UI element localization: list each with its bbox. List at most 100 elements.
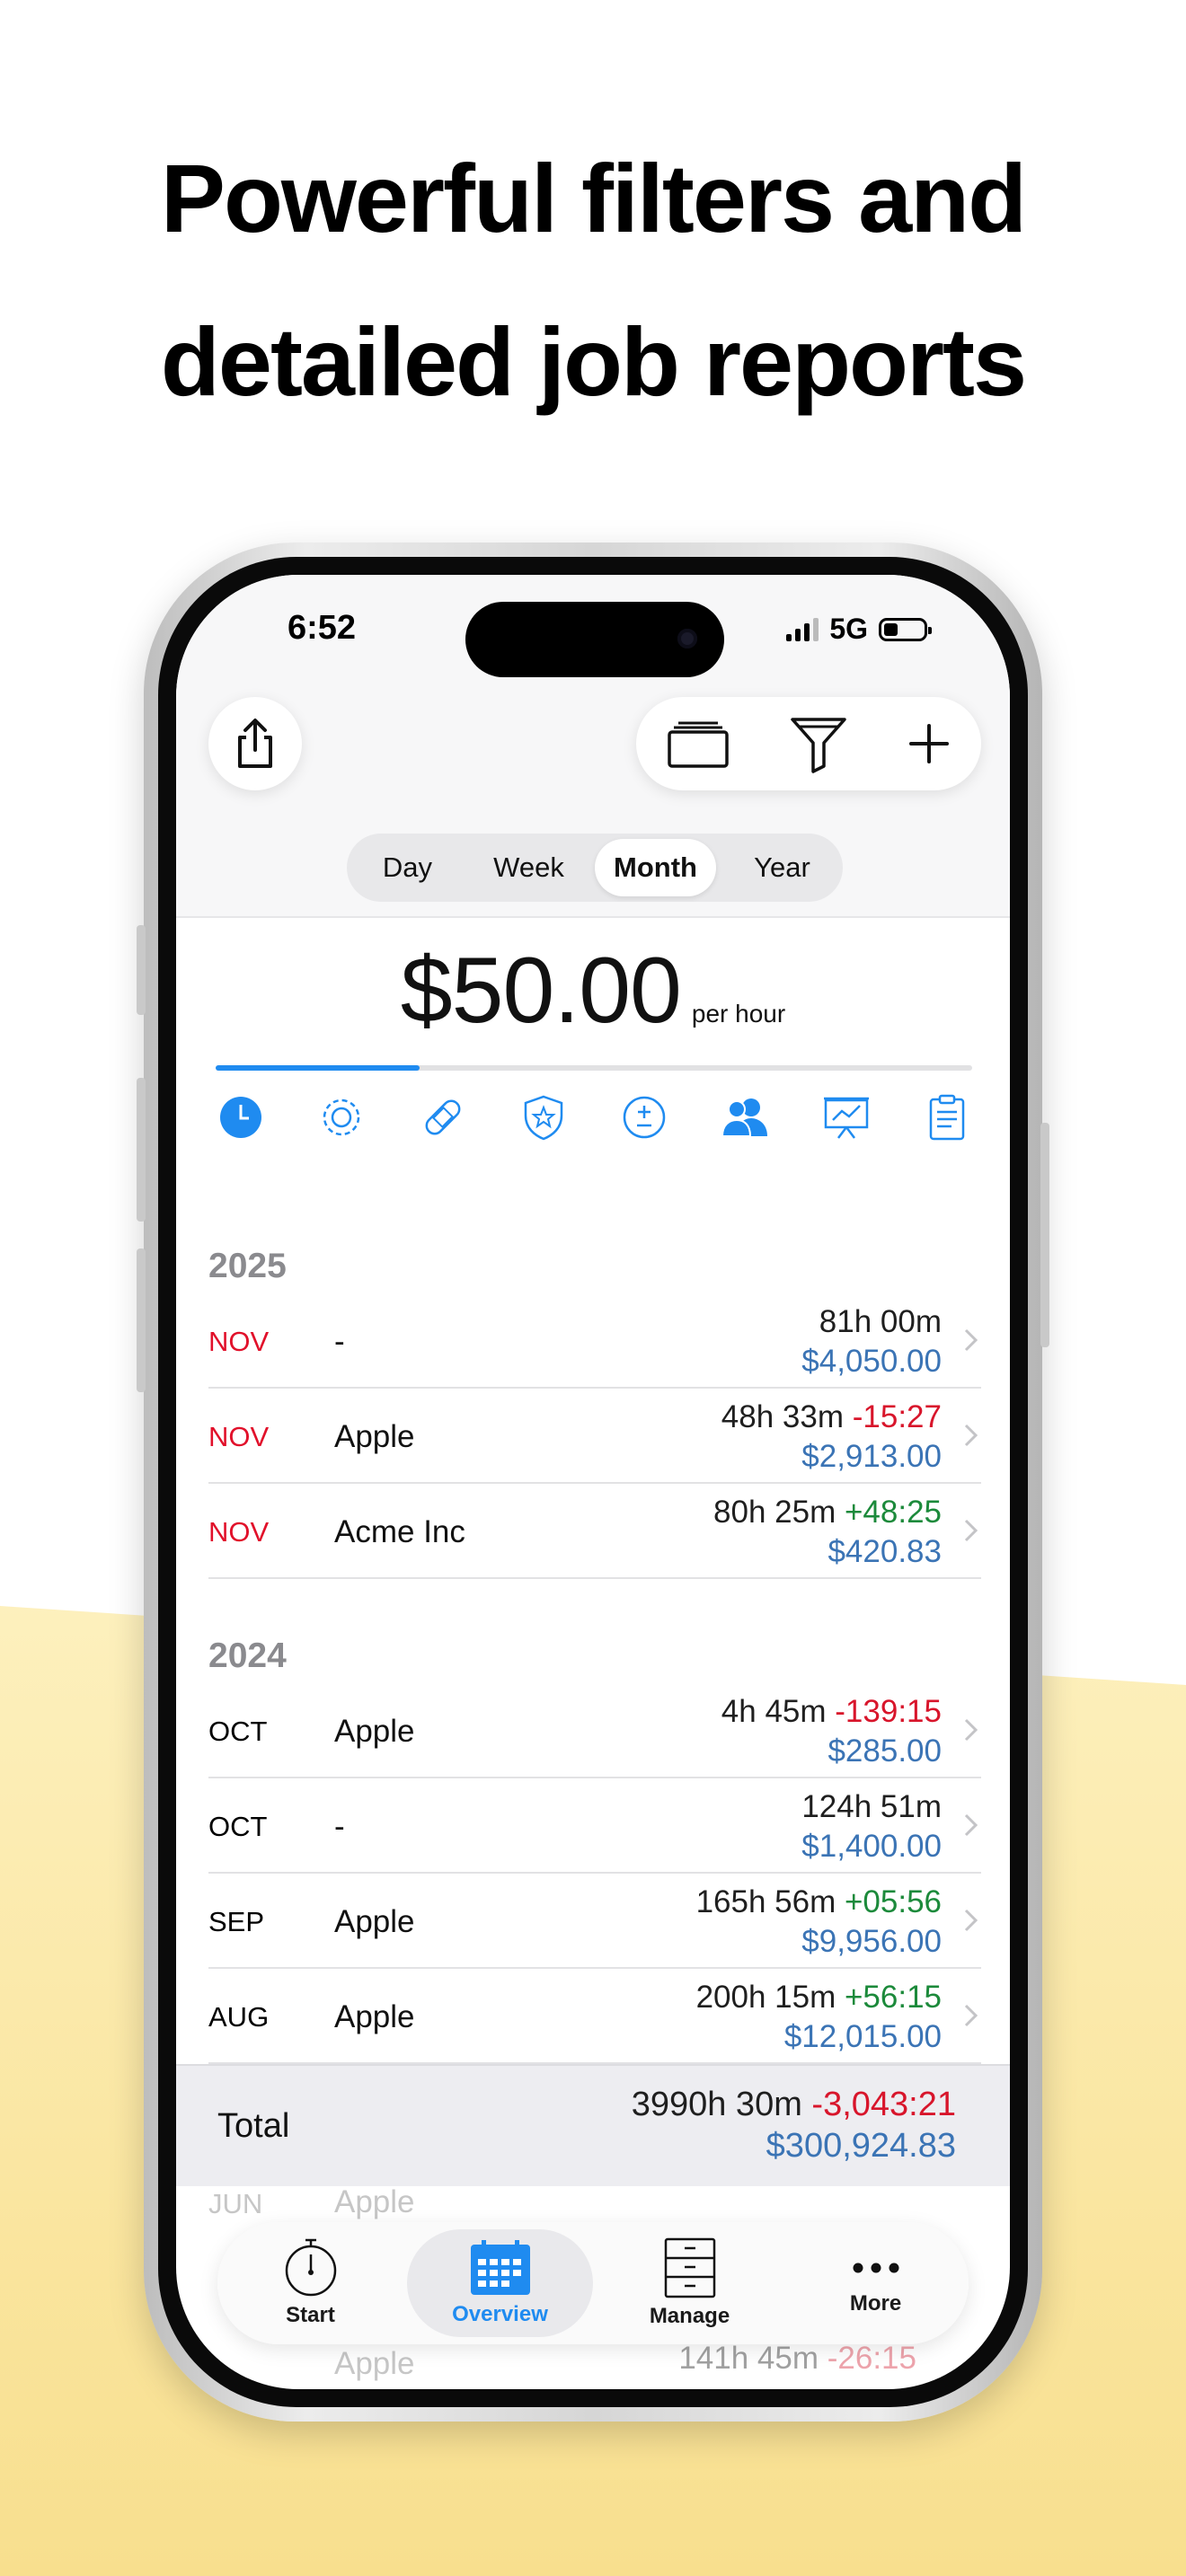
row-name: Apple: [334, 1999, 415, 2034]
tab-bar: Start Overview Manage More: [217, 2222, 969, 2344]
row-amount: $1,400.00: [801, 1829, 942, 1864]
header-divider: [176, 916, 1010, 918]
tab-month[interactable]: Month: [595, 839, 716, 896]
headline-line-2: detailed job reports: [160, 307, 1027, 416]
phone-screen: 6:52 5G Day Week Month Year $50.00 per h…: [176, 575, 1010, 2389]
network-label: 5G: [829, 613, 868, 645]
table-row[interactable]: OCT - 124h 51m $1,400.00: [208, 1778, 981, 1874]
bandage-icon[interactable]: [418, 1092, 468, 1142]
share-button[interactable]: [208, 697, 302, 790]
row-month: NOV: [208, 1421, 270, 1452]
tab-day[interactable]: Day: [347, 839, 468, 896]
row-delta: +48:25: [844, 1495, 942, 1530]
tab-label: Start: [286, 2303, 335, 2327]
folders-icon[interactable]: [667, 719, 730, 768]
total-amount: $300,924.83: [766, 2127, 956, 2165]
ellipsis-icon: [853, 2263, 898, 2273]
row-amount: $420.83: [828, 1534, 942, 1569]
plus-icon[interactable]: [907, 722, 951, 765]
report-list: 2025 NOV - 81h 00m $4,050.00 NOV Apple 48…: [176, 1239, 1010, 2064]
row-name: -: [334, 1809, 345, 1844]
tab-label: More: [849, 2291, 902, 2316]
row-name: Apple: [334, 2346, 415, 2381]
volume-up-button: [137, 1078, 146, 1222]
chart-presentation-icon[interactable]: [821, 1092, 872, 1142]
clipboard-icon[interactable]: [922, 1092, 972, 1142]
camera-icon: [677, 629, 697, 648]
tab-start[interactable]: Start: [217, 2229, 403, 2337]
rate-unit: per hour: [691, 1000, 786, 1028]
row-amount: $9,956.00: [801, 1924, 942, 1959]
tab-week[interactable]: Week: [468, 839, 589, 896]
chevron-right-icon: [964, 1718, 978, 1742]
tab-more[interactable]: More: [783, 2229, 969, 2337]
row-month: OCT: [208, 1716, 268, 1747]
total-label: Total: [217, 2107, 290, 2145]
table-row[interactable]: NOV Acme Inc 80h 25m +48:25 $420.83: [208, 1484, 981, 1579]
calendar-icon: [470, 2240, 530, 2295]
share-icon: [238, 719, 272, 768]
row-month: SEP: [208, 1906, 265, 1937]
headline-line-1: Powerful filters and: [160, 144, 1027, 252]
row-amount: $4,050.00: [801, 1344, 942, 1379]
table-row[interactable]: AUG Apple 200h 15m +56:15 $12,015.00: [208, 1969, 981, 2064]
row-hours: 4h 45m: [721, 1694, 827, 1729]
row-name: Acme Inc: [334, 1514, 465, 1549]
chevron-right-icon: [964, 1813, 978, 1837]
table-row[interactable]: NOV Apple 48h 33m -15:27 $2,913.00: [208, 1389, 981, 1484]
toolbar-actions: [636, 697, 981, 790]
row-hours: 141h 45m -26:15: [678, 2341, 916, 2376]
tab-manage[interactable]: Manage: [597, 2229, 783, 2337]
row-hours: 200h 15m: [695, 1980, 836, 2015]
row-amount: $285.00: [828, 1734, 942, 1769]
table-row[interactable]: OCT Apple 4h 45m -139:15 $285.00: [208, 1683, 981, 1778]
signal-icon: [786, 617, 819, 641]
row-month: AUG: [208, 2001, 270, 2033]
gear-icon[interactable]: [316, 1092, 367, 1142]
chevron-right-icon: [964, 1328, 978, 1352]
battery-icon: [879, 617, 932, 641]
chevron-right-icon: [964, 2004, 978, 2027]
row-month: OCT: [208, 1811, 268, 1842]
row-name: -: [334, 1324, 345, 1359]
shield-star-icon[interactable]: [518, 1092, 569, 1142]
row-amount: $12,015.00: [783, 2019, 942, 2054]
table-row[interactable]: SEP Apple 165h 56m +05:56 $9,956.00: [208, 1874, 981, 1969]
clock-icon[interactable]: [216, 1092, 266, 1142]
row-hours: 81h 00m: [819, 1304, 942, 1339]
row-hours: 165h 56m: [695, 1884, 836, 1919]
tab-overview[interactable]: Overview: [407, 2229, 593, 2337]
tab-year[interactable]: Year: [721, 839, 843, 896]
headline: Powerful filters and detailed job report…: [0, 117, 1186, 444]
row-delta: +05:56: [844, 1884, 942, 1919]
table-row[interactable]: NOV - 81h 00m $4,050.00: [208, 1293, 981, 1389]
chevron-right-icon: [964, 1909, 978, 1932]
row-month: NOV: [208, 1326, 270, 1357]
people-icon[interactable]: [720, 1092, 770, 1142]
chevron-right-icon: [964, 1424, 978, 1447]
plus-minus-icon[interactable]: [619, 1092, 669, 1142]
tab-label: Overview: [452, 2302, 548, 2326]
filter-icon[interactable]: [790, 714, 847, 773]
rate-amount: $50.00: [400, 939, 682, 1043]
row-name: Apple: [334, 1419, 415, 1454]
hourly-rate[interactable]: $50.00 per hour: [176, 938, 1010, 1045]
row-amount: $2,913.00: [801, 1439, 942, 1474]
row-delta: -15:27: [852, 1399, 942, 1434]
status-time: 6:52: [288, 609, 357, 647]
row-hours: 80h 25m: [713, 1495, 836, 1530]
total-hours: 3990h 30m: [631, 2086, 802, 2123]
chevron-right-icon: [964, 1519, 978, 1542]
volume-down-button: [137, 1248, 146, 1392]
cabinet-icon: [664, 2237, 715, 2298]
row-month: NOV: [208, 1516, 270, 1548]
period-selector: Day Week Month Year: [347, 834, 843, 902]
dynamic-island: [465, 602, 724, 677]
action-button: [137, 925, 146, 1015]
year-header: 2024: [208, 1636, 287, 1675]
total-delta: -3,043:21: [811, 2086, 956, 2123]
row-hours: 124h 51m: [801, 1789, 942, 1824]
total-bar: Total 3990h 30m -3,043:21 $300,924.83: [176, 2064, 1010, 2186]
rate-progress-fill: [216, 1065, 420, 1071]
row-hours: 48h 33m: [721, 1399, 845, 1434]
